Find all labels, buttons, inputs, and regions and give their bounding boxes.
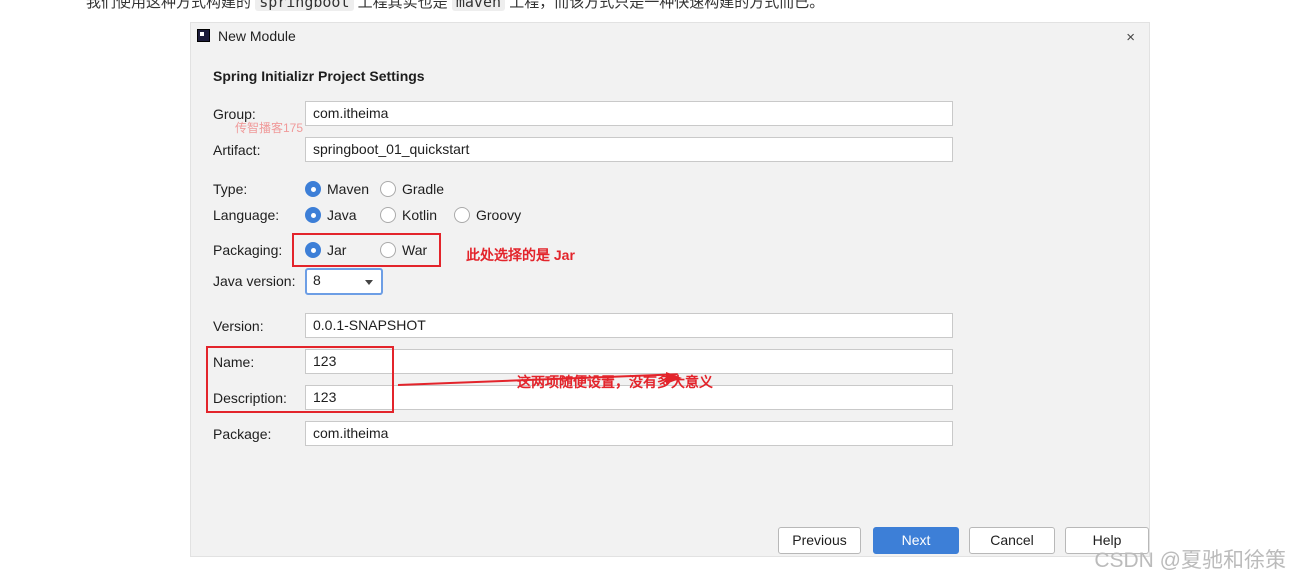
packaging-highlight-box (292, 233, 441, 267)
java-version-label: Java version: (213, 273, 296, 289)
name-field[interactable]: 123 (305, 349, 953, 374)
language-option-groovy-label: Groovy (476, 207, 522, 223)
background-article-text: 我们使用这种方式构建的 springboot 工程其实也是 maven 工程，而… (86, 0, 824, 12)
package-field[interactable]: com.itheima (305, 421, 953, 446)
next-button[interactable]: Next (873, 527, 959, 554)
type-option-gradle[interactable]: Gradle (380, 181, 444, 197)
article-text-lead: 我们使用这种方式构建的 (86, 0, 252, 11)
language-option-kotlin[interactable]: Kotlin (380, 207, 437, 223)
section-title: Spring Initializr Project Settings (213, 68, 425, 84)
article-code-springboot: springboot (255, 0, 354, 11)
language-label: Language: (213, 207, 280, 223)
artifact-label: Artifact: (213, 142, 261, 158)
name-description-highlight-box (206, 346, 394, 413)
version-label: Version: (213, 318, 264, 334)
radio-empty-icon (380, 181, 396, 197)
group-field[interactable]: com.itheima (305, 101, 953, 126)
language-option-java-label: Java (327, 207, 357, 223)
chevron-down-icon (365, 280, 373, 285)
java-version-value: 8 (313, 272, 321, 288)
close-icon[interactable]: × (1126, 29, 1135, 46)
artifact-field[interactable]: springboot_01_quickstart (305, 137, 953, 162)
packaging-label: Packaging: (213, 242, 283, 258)
radio-empty-icon (454, 207, 470, 223)
packaging-annotation: 此处选择的是 Jar (466, 247, 575, 263)
package-label: Package: (213, 426, 272, 442)
language-option-kotlin-label: Kotlin (402, 207, 438, 223)
previous-button[interactable]: Previous (778, 527, 861, 554)
type-option-maven-label: Maven (327, 181, 370, 197)
new-module-dialog: New Module × Spring Initializr Project S… (190, 22, 1150, 557)
language-option-java[interactable]: Java (305, 207, 357, 223)
csdn-watermark: CSDN @夏驰和徐策 (1094, 549, 1286, 572)
dialog-title: New Module (218, 28, 296, 44)
version-field[interactable]: 0.0.1-SNAPSHOT (305, 313, 953, 338)
java-version-select[interactable]: 8 (305, 268, 383, 295)
radio-empty-icon (380, 207, 396, 223)
article-text-tail: 工程，而该方式只是一种快速构建的方式而已。 (509, 0, 825, 11)
radio-selected-icon (305, 207, 321, 223)
intellij-app-icon (197, 29, 210, 42)
cancel-button[interactable]: Cancel (969, 527, 1055, 554)
radio-selected-icon (305, 181, 321, 197)
type-option-gradle-label: Gradle (402, 181, 445, 197)
type-option-maven[interactable]: Maven (305, 181, 369, 197)
article-code-maven: maven (451, 0, 506, 11)
watermark: 传智播客175 (235, 121, 304, 135)
type-label: Type: (213, 181, 248, 197)
language-option-groovy[interactable]: Groovy (454, 207, 521, 223)
article-text-mid: 工程其实也是 (357, 0, 448, 11)
name-description-annotation: 这两项随便设置，没有多大意义 (517, 374, 713, 390)
